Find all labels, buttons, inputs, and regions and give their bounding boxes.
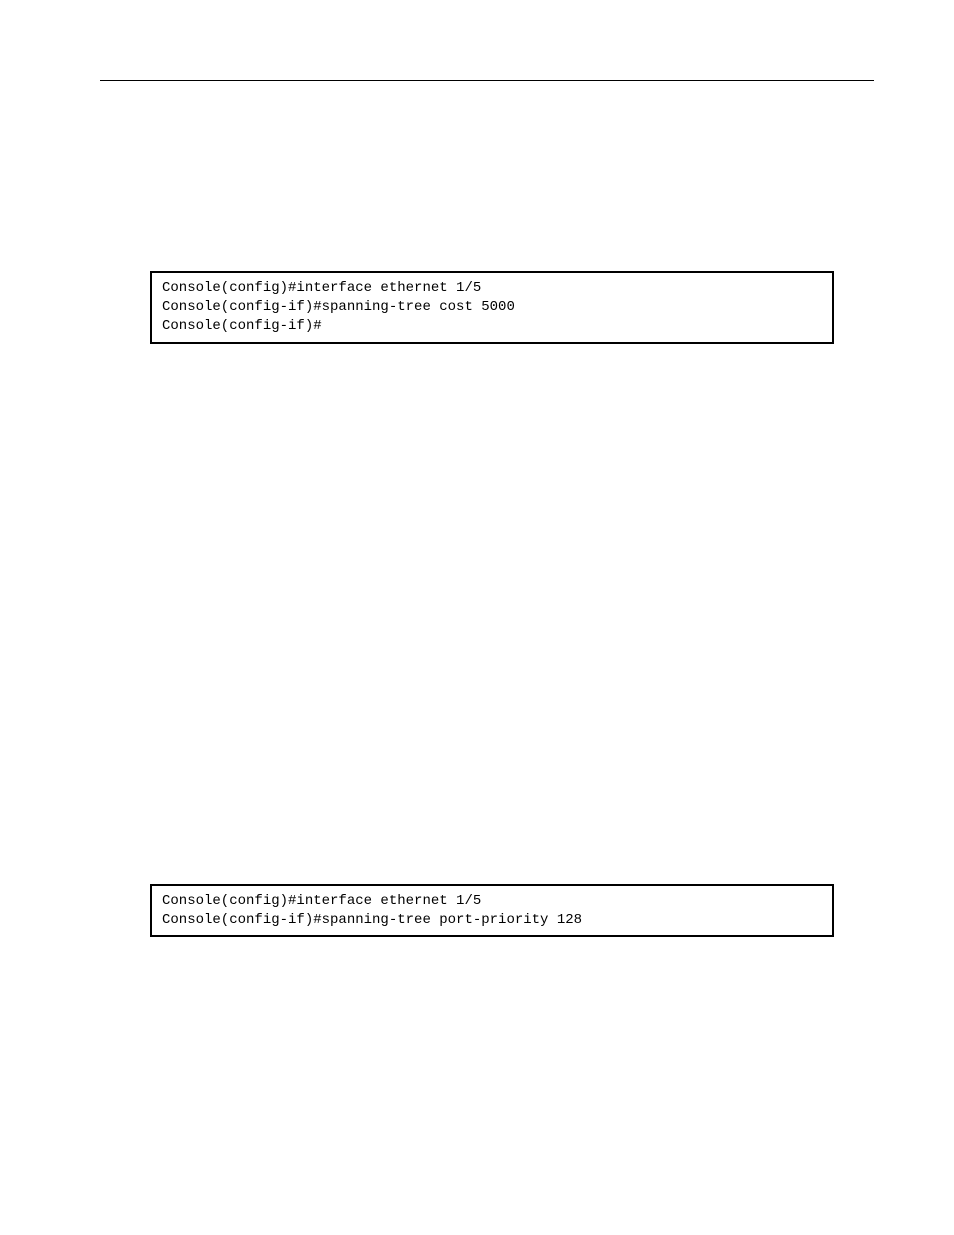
header-divider [100,80,874,81]
console-line: Console(config-if)#spanning-tree cost 50… [162,299,515,315]
console-example-2: Console(config)#interface ethernet 1/5 C… [150,884,834,938]
console-line: Console(config)#interface ethernet 1/5 [162,893,481,909]
console-line: Console(config)#interface ethernet 1/5 [162,280,481,296]
console-line: Console(config-if)# [162,318,322,334]
console-example-1: Console(config)#interface ethernet 1/5 C… [150,271,834,344]
console-line: Console(config-if)#spanning-tree port-pr… [162,912,582,928]
page-content: Console(config)#interface ethernet 1/5 C… [0,0,954,997]
